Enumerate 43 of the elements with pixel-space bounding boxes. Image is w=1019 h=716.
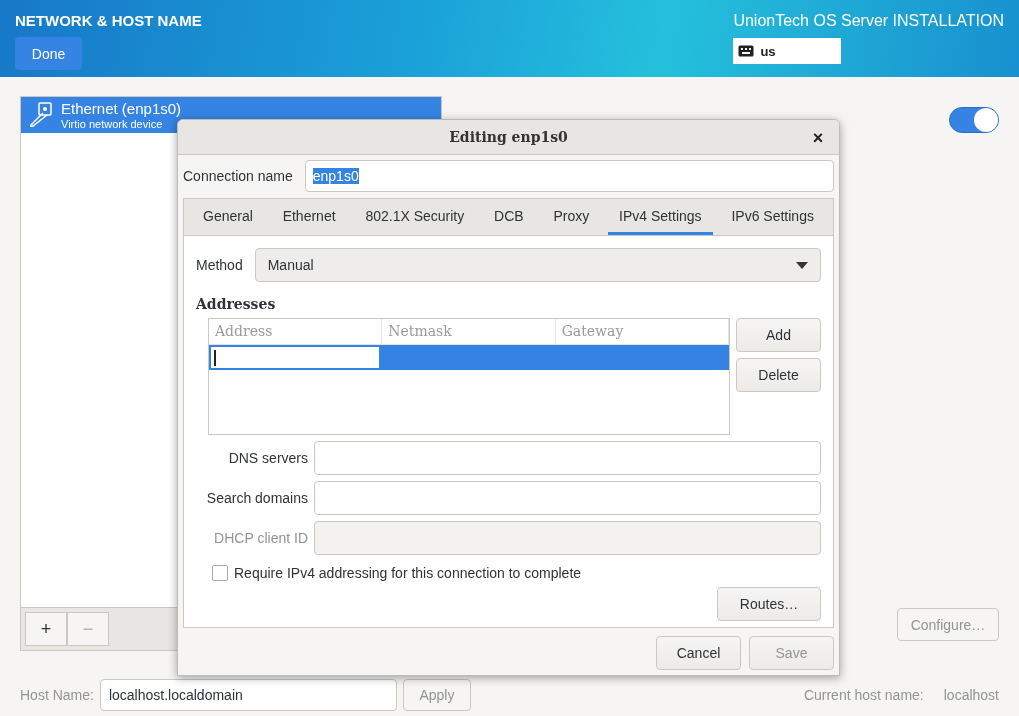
field-label: Search domains bbox=[205, 490, 308, 506]
dropdown-arrow-icon bbox=[796, 261, 808, 269]
dialog-title: Editing enp1s0 bbox=[449, 129, 568, 145]
addresses-heading: Addresses bbox=[196, 296, 277, 312]
ethernet-cable-icon bbox=[27, 101, 55, 129]
done-button[interactable]: Done bbox=[15, 37, 82, 70]
device-description: Virtio network device bbox=[61, 118, 164, 130]
add-device-button[interactable]: + bbox=[25, 612, 67, 646]
field-label: DNS servers bbox=[227, 450, 308, 466]
address-input-field[interactable] bbox=[211, 347, 379, 368]
current-host-name-label: Current host name: bbox=[803, 687, 924, 703]
input-field[interactable] bbox=[314, 521, 821, 555]
cancel-button[interactable]: Cancel bbox=[656, 636, 741, 670]
current-host-name: localhost bbox=[943, 687, 999, 703]
keyboard-layout-indicator[interactable]: us bbox=[733, 38, 842, 64]
page-title: NETWORK & HOST NAME bbox=[15, 12, 202, 29]
tab[interactable]: General bbox=[192, 199, 264, 235]
add-button[interactable]: Add bbox=[736, 318, 821, 352]
checkbox[interactable] bbox=[212, 565, 228, 581]
product-title: UnionTech OS Server INSTALLATION bbox=[733, 12, 1004, 30]
connection-name-label: Connection name bbox=[183, 168, 293, 184]
device-name: Ethernet (enp1s0) bbox=[61, 100, 182, 118]
host-name-label: Host Name: bbox=[20, 687, 94, 703]
close-button[interactable]: × bbox=[807, 127, 829, 149]
input-field[interactable] bbox=[314, 481, 821, 515]
toggle-switch[interactable] bbox=[949, 107, 999, 133]
keyboard-icon bbox=[738, 45, 755, 57]
tab[interactable]: 802.1X Security bbox=[354, 199, 476, 235]
tab[interactable]: IPv4 Settings bbox=[608, 199, 713, 235]
method-dropdown[interactable]: Manual bbox=[254, 248, 821, 282]
host-name-field[interactable]: localhost.localdomain bbox=[99, 679, 397, 711]
tab[interactable]: Proxy bbox=[542, 199, 601, 235]
tab[interactable]: Ethernet bbox=[271, 199, 347, 235]
connection-name-field[interactable]: enp1s0 bbox=[304, 160, 834, 192]
delete-button[interactable]: Delete bbox=[736, 358, 821, 392]
routes-button[interactable]: Routes… bbox=[717, 587, 821, 621]
field-label: DHCP client ID bbox=[213, 530, 308, 546]
tab[interactable]: DCB bbox=[483, 199, 535, 235]
input-field[interactable] bbox=[314, 441, 821, 475]
tab[interactable]: IPv6 Settings bbox=[720, 199, 825, 235]
table-row[interactable] bbox=[209, 345, 729, 370]
method-label: Method bbox=[196, 257, 243, 273]
checkbox-label: Require IPv4 addressing for this connection to complete bbox=[234, 565, 582, 581]
